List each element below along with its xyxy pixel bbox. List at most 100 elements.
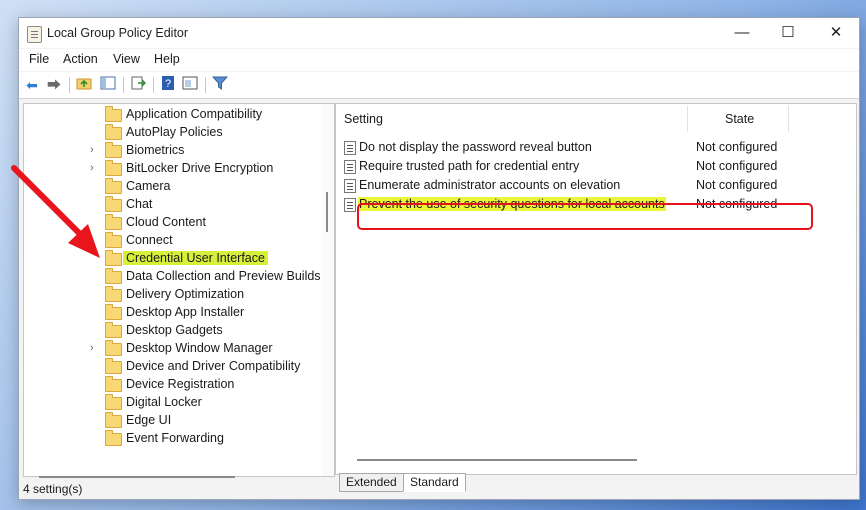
folder-icon xyxy=(105,250,122,266)
folder-icon xyxy=(105,340,122,356)
column-divider[interactable] xyxy=(687,106,688,132)
tree-item[interactable]: Chat xyxy=(24,196,334,214)
tree-vertical-scrollbar[interactable] xyxy=(322,104,334,476)
folder-icon xyxy=(105,268,122,284)
tree-item[interactable]: Desktop Gadgets xyxy=(24,322,334,340)
tree-item[interactable]: Application Compatibility xyxy=(24,106,334,124)
tree-item[interactable]: Edge UI xyxy=(24,412,334,430)
toolbar-separator xyxy=(69,77,70,93)
chevron-right-icon[interactable]: › xyxy=(90,144,94,156)
column-divider[interactable] xyxy=(788,106,789,132)
policy-setting-icon xyxy=(344,160,356,174)
folder-icon xyxy=(105,394,122,410)
status-text: 4 setting(s) xyxy=(23,482,83,496)
setting-row[interactable]: Enumerate administrator accounts on elev… xyxy=(336,176,856,195)
tree-horizontal-scroll-thumb[interactable] xyxy=(39,476,235,478)
setting-state: Not configured xyxy=(696,178,778,192)
policy-setting-icon xyxy=(344,141,356,155)
minimize-button[interactable]: — xyxy=(719,18,765,48)
show-hide-tree-icon[interactable] xyxy=(99,76,117,94)
setting-row[interactable]: Do not display the password reveal butto… xyxy=(336,138,856,157)
setting-name: Enumerate administrator accounts on elev… xyxy=(359,178,621,192)
setting-state: Not configured xyxy=(696,159,778,173)
tree-item-label: Chat xyxy=(126,197,153,211)
tree-item-label: Device Registration xyxy=(126,377,235,391)
folder-icon xyxy=(105,376,122,392)
folder-icon xyxy=(105,286,122,302)
folder-icon xyxy=(105,214,122,230)
title-bar[interactable]: Local Group Policy Editor — ☐ ✕ xyxy=(19,18,859,48)
tree-item[interactable]: Event Forwarding xyxy=(24,430,334,448)
tree-item[interactable]: Device Registration xyxy=(24,376,334,394)
tree-item-label: Connect xyxy=(126,233,173,247)
tree-item[interactable]: Connect xyxy=(24,232,334,250)
list-horizontal-scroll-thumb[interactable] xyxy=(357,459,637,461)
column-header-state[interactable]: State xyxy=(725,112,754,126)
tree-item[interactable]: Cloud Content xyxy=(24,214,334,232)
folder-icon xyxy=(105,304,122,320)
svg-text:?: ? xyxy=(165,78,171,90)
tree-item[interactable]: › Desktop Window Manager xyxy=(24,340,334,358)
group-policy-editor-window: Local Group Policy Editor — ☐ ✕ File Act… xyxy=(18,17,860,500)
setting-state: Not configured xyxy=(696,140,778,154)
back-arrow-icon[interactable]: ⬅ xyxy=(23,76,41,94)
menu-bar: File Action View Help xyxy=(19,49,859,71)
tree-item[interactable]: Desktop App Installer xyxy=(24,304,334,322)
export-list-icon[interactable] xyxy=(129,76,147,94)
folder-icon xyxy=(105,196,122,212)
window-title: Local Group Policy Editor xyxy=(47,26,189,40)
folder-icon xyxy=(105,160,122,176)
tree-item-label: Camera xyxy=(126,179,171,193)
tree-item-label: Device and Driver Compatibility xyxy=(126,359,301,373)
menu-file[interactable]: File xyxy=(29,52,49,66)
tree-item[interactable]: Digital Locker xyxy=(24,394,334,412)
folder-icon xyxy=(105,412,122,428)
menu-view[interactable]: View xyxy=(113,52,140,66)
tree-scroll-thumb[interactable] xyxy=(326,192,328,232)
folder-icon xyxy=(105,142,122,158)
menu-help[interactable]: Help xyxy=(154,52,180,66)
policy-setting-icon xyxy=(344,198,356,212)
help-icon[interactable]: ? xyxy=(159,76,177,94)
chevron-right-icon[interactable]: › xyxy=(90,162,94,174)
close-button[interactable]: ✕ xyxy=(813,18,859,48)
tree-item-label: Biometrics xyxy=(126,143,185,157)
tree-item[interactable]: Camera xyxy=(24,178,334,196)
up-folder-icon[interactable] xyxy=(75,76,93,94)
tree-item-label: Credential User Interface xyxy=(123,251,268,265)
tree-item[interactable]: AutoPlay Policies xyxy=(24,124,334,142)
tree-item[interactable]: Credential User Interface xyxy=(24,250,334,268)
tree-item[interactable]: Data Collection and Preview Builds xyxy=(24,268,334,286)
folder-icon xyxy=(105,358,122,374)
toolbar-separator xyxy=(205,77,206,93)
tree-item-label: Event Forwarding xyxy=(126,431,224,445)
folder-icon xyxy=(105,322,122,338)
chevron-right-icon[interactable]: › xyxy=(90,342,94,354)
menu-action[interactable]: Action xyxy=(63,52,98,66)
setting-row[interactable]: Require trusted path for credential entr… xyxy=(336,157,856,176)
tree-item-label: Cloud Content xyxy=(126,215,206,229)
maximize-button[interactable]: ☐ xyxy=(765,18,811,48)
tree-item-label: Desktop Gadgets xyxy=(126,323,223,337)
setting-name: Do not display the password reveal butto… xyxy=(359,140,592,154)
properties-icon[interactable] xyxy=(181,76,199,94)
tree-item-label: Digital Locker xyxy=(126,395,202,409)
folder-icon xyxy=(105,124,122,140)
column-header-setting[interactable]: Setting xyxy=(344,112,383,126)
tree-item-label: Desktop Window Manager xyxy=(126,341,273,355)
folder-icon xyxy=(105,430,122,446)
tree-item-label: Edge UI xyxy=(126,413,172,427)
forward-arrow-icon[interactable]: ⮕ xyxy=(45,76,63,94)
tree-item[interactable]: Device and Driver Compatibility xyxy=(24,358,334,376)
tree-item[interactable]: › Biometrics xyxy=(24,142,334,160)
settings-list-pane[interactable]: Setting State Do not display the passwor… xyxy=(335,103,857,475)
tree-item[interactable]: › BitLocker Drive Encryption xyxy=(24,160,334,178)
toolbar-separator xyxy=(123,77,124,93)
folder-icon xyxy=(105,106,122,122)
filter-icon[interactable] xyxy=(211,76,229,94)
highlight-annotation-box xyxy=(357,203,813,230)
toolbar-separator xyxy=(153,77,154,93)
status-bar: 4 setting(s) xyxy=(23,480,853,498)
tree-item[interactable]: Delivery Optimization xyxy=(24,286,334,304)
policy-tree-pane[interactable]: Application Compatibility AutoPlay Polici… xyxy=(23,103,335,477)
